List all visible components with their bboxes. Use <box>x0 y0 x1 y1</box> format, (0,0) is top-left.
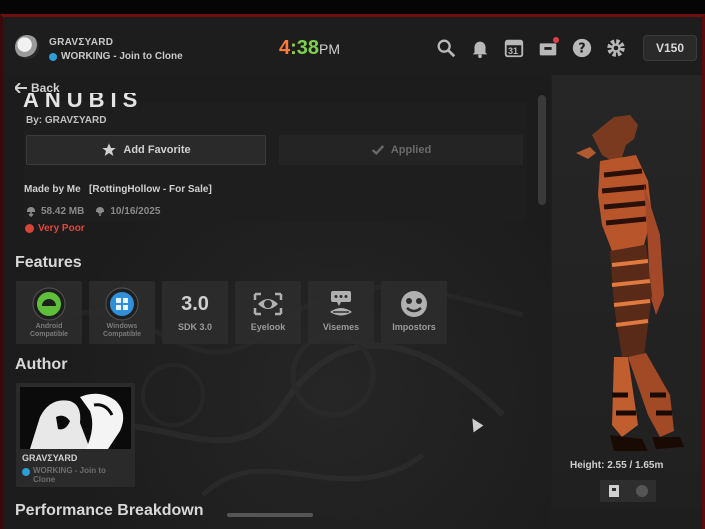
sphere-icon <box>636 485 648 497</box>
upload-date: 10/16/2025 <box>94 205 160 217</box>
add-favorite-button[interactable]: Add Favorite <box>26 135 266 165</box>
clock-minute: 38 <box>296 37 320 59</box>
author-status-dot-icon <box>22 468 30 476</box>
upload-date-text: 10/16/2025 <box>110 205 161 217</box>
header-username[interactable]: GRAVΣYARD <box>49 37 113 48</box>
feature-android[interactable]: Android Compatible <box>16 281 82 344</box>
calendar-icon[interactable]: 31 <box>503 37 525 59</box>
header-status-text: WORKING - Join to Clone <box>61 51 183 62</box>
eye-icon <box>251 287 285 321</box>
back-label: Back <box>31 81 60 95</box>
check-icon <box>371 145 384 156</box>
features-heading: Features <box>15 254 82 271</box>
credits-button[interactable]: V150 <box>643 35 697 61</box>
notification-dot-icon <box>553 37 559 43</box>
performance-breakdown-heading: Performance Breakdown <box>15 502 204 515</box>
author-status: WORKING - Join to Clone <box>22 466 119 484</box>
feature-android-label: Android Compatible <box>29 323 69 338</box>
avatar-meta: 58.42 MB 10/16/2025 <box>25 205 160 217</box>
file-size: 58.42 MB <box>25 205 84 217</box>
author-card[interactable]: GRAVΣYARD WORKING - Join to Clone <box>16 383 135 487</box>
author-heading: Author <box>15 356 68 373</box>
feature-sdk[interactable]: 3.0 SDK 3.0 <box>162 281 228 344</box>
preview-mode-button[interactable] <box>600 480 628 502</box>
upload-icon <box>96 207 105 216</box>
arrow-left-icon <box>15 83 27 93</box>
avatar-title: ANUBIS <box>23 93 144 109</box>
applied-button[interactable]: Applied <box>279 135 523 165</box>
clock-colon: : <box>290 37 297 59</box>
back-button[interactable]: Back <box>15 81 60 95</box>
feature-eyelook[interactable]: Eyelook <box>235 281 301 344</box>
svg-text:?: ? <box>578 42 585 57</box>
vertical-scrollbar[interactable] <box>538 95 546 205</box>
author-name: GRAVΣYARD <box>22 453 78 463</box>
feature-impostors[interactable]: Impostors <box>381 281 447 344</box>
user-avatar-icon[interactable] <box>15 35 39 59</box>
sdk-icon: 3.0 <box>181 292 209 315</box>
avatar-model-image <box>576 115 684 451</box>
feature-visemes[interactable]: Visemes <box>308 281 374 344</box>
feature-windows[interactable]: Windows Compatible <box>89 281 155 344</box>
status-dot-icon <box>49 52 57 61</box>
search-icon[interactable] <box>435 37 457 59</box>
made-by-text: Made by Me [RottingHollow - For Sale] <box>24 184 212 195</box>
android-icon <box>32 287 66 321</box>
file-size-text: 58.42 MB <box>41 205 85 217</box>
features-list: Android Compatible Windows Compatible 3.… <box>16 281 447 344</box>
help-icon[interactable]: ? <box>571 37 593 59</box>
horizontal-scroll-indicator[interactable] <box>227 513 313 517</box>
header-icons: 31 ? <box>435 37 627 59</box>
windows-icon <box>105 287 139 321</box>
inbox-icon[interactable] <box>537 37 559 59</box>
bell-icon[interactable] <box>469 37 491 59</box>
clock-hour: 4 <box>279 37 291 59</box>
performance-warning-icon <box>25 224 34 233</box>
avatar-details-panel[interactable]: ANUBIS Back By: GRAVΣYARD Add Favorite A… <box>3 75 550 529</box>
feature-sdk-label: SDK 3.0 <box>177 322 212 332</box>
star-icon <box>102 143 117 156</box>
clock-ampm: PM <box>319 41 341 57</box>
clock: 4:38PM <box>279 37 340 60</box>
header-status[interactable]: WORKING - Join to Clone <box>49 51 183 62</box>
feature-impostors-label: Impostors <box>392 322 436 332</box>
lips-icon <box>324 287 358 321</box>
add-favorite-label: Add Favorite <box>123 144 191 156</box>
frame-icon <box>609 485 619 497</box>
preview-lighting-button[interactable] <box>628 480 656 502</box>
top-header: GRAVΣYARD WORKING - Join to Clone 4:38PM… <box>3 17 702 75</box>
gear-icon[interactable] <box>605 37 627 59</box>
window-top-strip <box>0 0 705 14</box>
download-icon <box>27 207 35 217</box>
preview-controls <box>600 480 656 502</box>
calendar-day: 31 <box>508 46 519 56</box>
avatar-height-label: Height: 2.55 / 1.65m <box>570 460 664 471</box>
author-thumbnail <box>20 387 131 449</box>
feature-windows-label: Windows Compatible <box>102 323 142 338</box>
impostor-icon <box>397 287 431 321</box>
performance-rating-text: Very Poor <box>38 223 85 234</box>
applied-label: Applied <box>390 144 432 156</box>
feature-visemes-label: Visemes <box>322 322 360 332</box>
performance-rating[interactable]: Very Poor <box>25 223 85 234</box>
avatar-author-line: By: GRAVΣYARD <box>26 115 107 126</box>
avatar-3d-preview[interactable] <box>552 75 702 507</box>
author-status-text: WORKING - Join to Clone <box>33 466 106 484</box>
feature-eyelook-label: Eyelook <box>250 322 286 332</box>
